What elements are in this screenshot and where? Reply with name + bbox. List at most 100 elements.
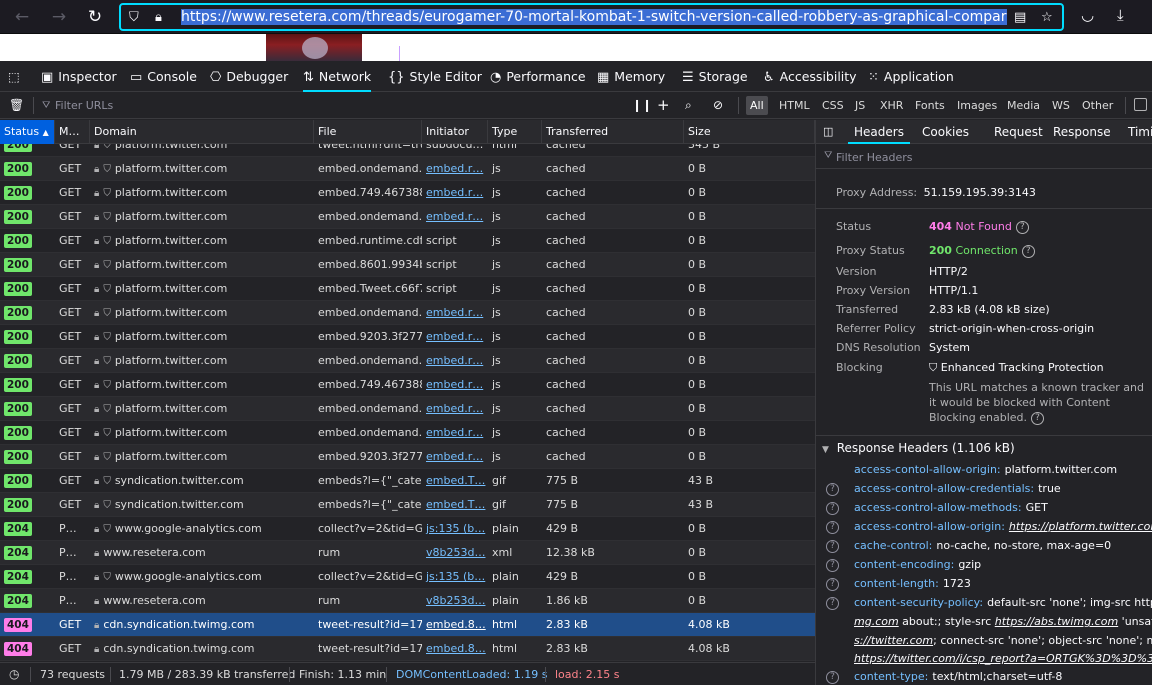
column-transferred[interactable]: Transferred xyxy=(542,120,684,144)
table-row[interactable]: 204 P… 🔒︎ ⛉ www.google-analytics.com collect?… xyxy=(0,517,815,541)
help-icon[interactable]: ? xyxy=(826,521,839,534)
add-request-icon[interactable]: + xyxy=(657,92,670,119)
clear-trash-icon[interactable]: 🗑︎ xyxy=(9,92,24,119)
help-icon[interactable]: ? xyxy=(1031,411,1045,425)
filter-type-ws[interactable]: WS xyxy=(1048,96,1074,115)
toggle-panel-icon[interactable]: ◫ xyxy=(823,120,833,144)
table-row[interactable]: 200 GET 🔒︎ ⛉ platform.twitter.com embed.9203.… xyxy=(0,325,815,349)
tab-console[interactable]: ▭ Console xyxy=(130,61,197,92)
table-row[interactable]: 200 GET 🔒︎ ⛉ platform.twitter.com embed.ondem… xyxy=(0,349,815,373)
filter-type-js[interactable]: JS xyxy=(851,96,869,115)
initiator-link[interactable]: embed.r… xyxy=(426,330,483,343)
table-row[interactable]: 200 GET 🔒︎ ⛉ platform.twitter.com embed.ondem… xyxy=(0,157,815,181)
table-row[interactable]: 200 GET 🔒︎ ⛉ platform.twitter.com embed.9203.… xyxy=(0,445,815,469)
table-row[interactable]: 200 GET 🔒︎ ⛉ syndication.twitter.com embeds?l… xyxy=(0,493,815,517)
tab-style-editor[interactable]: {} Style Editor xyxy=(388,61,482,92)
table-row[interactable]: 200 GET 🔒︎ ⛉ platform.twitter.com embed.ondem… xyxy=(0,397,815,421)
filter-type-fonts[interactable]: Fonts xyxy=(911,96,949,115)
table-row[interactable]: 200 GET 🔒︎ ⛉ platform.twitter.com embed.749.4… xyxy=(0,373,815,397)
element-picker-icon[interactable]: ⬚ xyxy=(8,61,20,92)
performance-analysis-icon[interactable]: ◷ xyxy=(9,663,19,685)
downloads-icon[interactable]: ⤓ xyxy=(1117,6,1124,24)
filter-type-media[interactable]: Media xyxy=(1003,96,1044,115)
column-type[interactable]: Type xyxy=(488,120,542,144)
tracking-protection-icon[interactable]: ⛉ xyxy=(129,10,139,25)
csp-link[interactable]: mg.com xyxy=(854,615,899,628)
table-row[interactable]: 200 GET 🔒︎ ⛉ platform.twitter.com embed.749.4… xyxy=(0,181,815,205)
initiator-link[interactable]: embed.r… xyxy=(426,162,483,175)
tab-memory[interactable]: ▦ Memory xyxy=(597,61,665,92)
help-icon[interactable]: ? xyxy=(826,671,839,684)
csp-link[interactable]: https://twitter.com/i/csp_report?a=ORTGK… xyxy=(854,652,1152,665)
reload-button[interactable]: ↻ xyxy=(83,6,107,28)
table-row[interactable]: 200 GET 🔒︎ ⛉ platform.twitter.com embed.runti… xyxy=(0,229,815,253)
initiator-link[interactable]: embed.T… xyxy=(426,498,485,511)
table-row[interactable]: 200 GET 🔒︎ ⛉ platform.twitter.com embed.8601.… xyxy=(0,253,815,277)
tab-accessibility[interactable]: ♿︎ Accessibility xyxy=(763,61,857,92)
csp-link[interactable]: s://twitter.com xyxy=(854,634,933,647)
response-header-value[interactable]: https://platform.twitter.com xyxy=(1009,520,1152,533)
tab-network[interactable]: ⇅ Network xyxy=(303,61,372,92)
tab-cookies[interactable]: Cookies xyxy=(922,120,969,144)
help-icon[interactable]: ? xyxy=(1015,220,1029,234)
tab-response[interactable]: Response xyxy=(1053,120,1111,144)
table-row[interactable]: 204 P… 🔒︎ www.resetera.com rum v8b253d… xml 12.… xyxy=(0,541,815,565)
block-icon[interactable]: ⊘ xyxy=(713,92,723,119)
initiator-link[interactable]: embed.r… xyxy=(426,186,483,199)
help-icon[interactable]: ? xyxy=(826,597,839,610)
initiator-link[interactable]: js:135 (b… xyxy=(426,570,485,583)
initiator-link[interactable]: embed.r… xyxy=(426,378,483,391)
initiator-link[interactable]: js:135 (b… xyxy=(426,522,485,535)
back-button[interactable]: ← xyxy=(10,6,34,28)
tab-timings[interactable]: Timi xyxy=(1128,120,1152,144)
initiator-link[interactable]: embed.r… xyxy=(426,210,483,223)
tab-inspector[interactable]: ▣ Inspector xyxy=(41,61,117,92)
column-method[interactable]: M… xyxy=(55,120,90,144)
table-row[interactable]: 204 P… 🔒︎ www.resetera.com rum v8b253d… plain 1… xyxy=(0,589,815,613)
initiator-link[interactable]: embed.r… xyxy=(426,426,483,439)
tab-headers[interactable]: Headers xyxy=(848,120,910,144)
initiator-link[interactable]: v8b253d… xyxy=(426,546,485,559)
initiator-link[interactable]: embed.r… xyxy=(426,450,483,463)
tab-debugger[interactable]: ⎔ Debugger xyxy=(210,61,288,92)
disable-cache-checkbox[interactable] xyxy=(1134,98,1147,111)
table-row[interactable]: 200 GET 🔒︎ ⛉ syndication.twitter.com embeds?l… xyxy=(0,469,815,493)
table-row[interactable]: 200 GET 🔒︎ ⛉ platform.twitter.com embed.ondem… xyxy=(0,421,815,445)
initiator-link[interactable]: embed.T… xyxy=(426,474,485,487)
initiator-link[interactable]: embed.8… xyxy=(426,618,486,631)
response-headers-toggle[interactable]: ▼ Response Headers (1.106 kB) xyxy=(822,441,1015,455)
bookmark-star-icon[interactable]: ☆ xyxy=(1041,10,1053,25)
pause-icon[interactable]: ❙❙ xyxy=(632,92,652,119)
help-icon[interactable]: ? xyxy=(826,483,839,496)
lock-icon[interactable]: 🔒︎ xyxy=(155,10,162,25)
filter-type-all[interactable]: All xyxy=(746,96,768,115)
initiator-link[interactable]: v8b253d… xyxy=(426,594,485,607)
url-bar[interactable]: ⛉ 🔒︎ https://www.resetera.com/threads/eu… xyxy=(119,3,1064,31)
filter-type-html[interactable]: HTML xyxy=(775,96,814,115)
initiator-link[interactable]: embed.8… xyxy=(426,642,486,655)
tab-request[interactable]: Request xyxy=(994,120,1043,144)
table-row[interactable]: 200 GET 🔒︎ ⛉ platform.twitter.com embed.ondem… xyxy=(0,205,815,229)
filter-type-xhr[interactable]: XHR xyxy=(876,96,907,115)
reader-view-icon[interactable]: ▤ xyxy=(1014,10,1026,25)
help-icon[interactable]: ? xyxy=(1021,244,1035,258)
filter-type-other[interactable]: Other xyxy=(1078,96,1117,115)
table-row[interactable]: 200 GET 🔒︎ ⛉ platform.twitter.com embed.Tweet… xyxy=(0,277,815,301)
help-icon[interactable]: ? xyxy=(826,578,839,591)
forward-button[interactable]: → xyxy=(47,6,71,28)
tab-performance[interactable]: ◔ Performance xyxy=(490,61,586,92)
filter-headers-input[interactable] xyxy=(836,148,1136,166)
column-file[interactable]: File xyxy=(314,120,422,144)
initiator-link[interactable]: embed.r… xyxy=(426,354,483,367)
table-row[interactable]: 404 GET 🔒︎ cdn.syndication.twimg.com tweet-r… xyxy=(0,637,815,661)
column-status[interactable]: Status ▲ xyxy=(0,120,55,144)
table-row[interactable]: 200 GET 🔒︎ ⛉ platform.twitter.com tweet.html?… xyxy=(0,144,815,157)
filter-urls-input[interactable] xyxy=(40,95,620,116)
pocket-icon[interactable]: ◡ xyxy=(1081,6,1094,24)
initiator-link[interactable]: embed.r… xyxy=(426,306,483,319)
help-icon[interactable]: ? xyxy=(826,559,839,572)
column-domain[interactable]: Domain xyxy=(90,120,314,144)
tab-storage[interactable]: ☰ Storage xyxy=(682,61,748,92)
filter-type-images[interactable]: Images xyxy=(953,96,1001,115)
column-initiator[interactable]: Initiator xyxy=(422,120,488,144)
